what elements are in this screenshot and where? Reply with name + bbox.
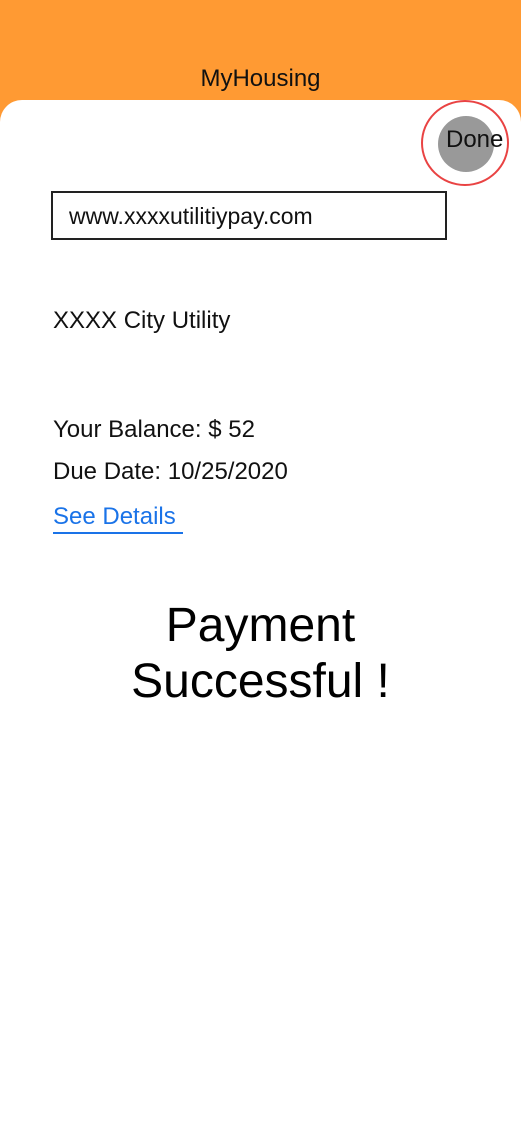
- see-details-link[interactable]: See Details: [53, 502, 183, 534]
- url-text: www.xxxxutilitiypay.com: [69, 203, 313, 229]
- utility-name: XXXX City Utility: [53, 307, 231, 334]
- app-title: MyHousing: [200, 65, 321, 92]
- due-date-text: Due Date: 10/25/2020: [53, 458, 288, 485]
- success-line-2: Successful !: [131, 655, 390, 708]
- done-button-label[interactable]: Done: [446, 125, 503, 155]
- success-line-1: Payment: [165, 599, 356, 652]
- payment-success-message: Payment Successful !: [0, 598, 521, 710]
- balance-text: Your Balance: $ 52: [53, 416, 255, 443]
- url-field[interactable]: www.xxxxutilitiypay.com: [51, 191, 447, 240]
